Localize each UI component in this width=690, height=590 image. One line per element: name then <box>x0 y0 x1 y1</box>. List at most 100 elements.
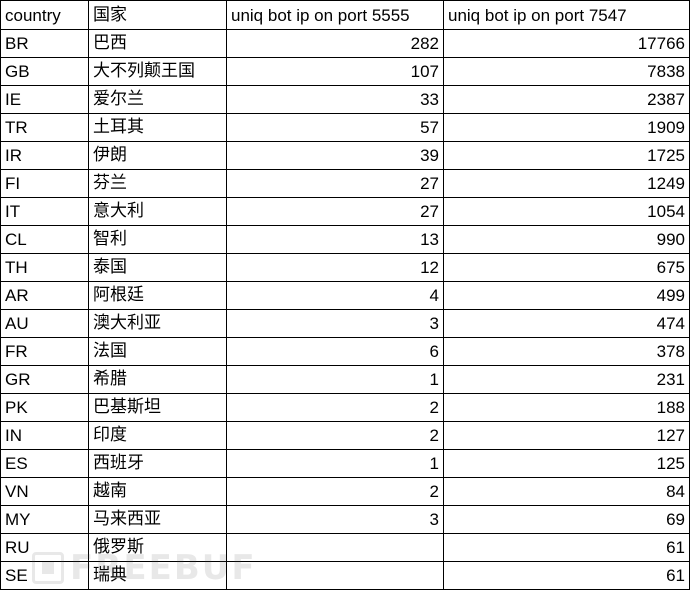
cell-port-7547: 1249 <box>443 169 690 198</box>
header-port-5555: uniq bot ip on port 5555 <box>226 0 444 30</box>
cell-country-code: IR <box>0 141 89 170</box>
cell-port-5555 <box>226 533 444 562</box>
cell-country-code: FI <box>0 169 89 198</box>
cell-country-code: PK <box>0 393 89 422</box>
table-row: SE 瑞典 61 <box>0 561 690 590</box>
cell-port-7547: 378 <box>443 337 690 366</box>
cell-country-code: TH <box>0 253 89 282</box>
cell-country-code: MY <box>0 505 89 534</box>
cell-port-7547: 2387 <box>443 85 690 114</box>
cell-port-5555: 282 <box>226 29 444 58</box>
cell-country-name: 泰国 <box>88 253 227 282</box>
cell-country-code: CL <box>0 225 89 254</box>
cell-country-name: 芬兰 <box>88 169 227 198</box>
cell-country-name: 越南 <box>88 477 227 506</box>
table-row: PK 巴基斯坦 2 188 <box>0 393 690 422</box>
cell-port-5555: 2 <box>226 393 444 422</box>
data-table: country 国家 uniq bot ip on port 5555 uniq… <box>0 0 690 590</box>
table-row: AU 澳大利亚 3 474 <box>0 309 690 338</box>
cell-country-name: 俄罗斯 <box>88 533 227 562</box>
cell-port-5555: 27 <box>226 169 444 198</box>
table-row: AR 阿根廷 4 499 <box>0 281 690 310</box>
cell-country-code: ES <box>0 449 89 478</box>
table-row: GR 希腊 1 231 <box>0 365 690 394</box>
table-row: FR 法国 6 378 <box>0 337 690 366</box>
cell-country-name: 瑞典 <box>88 561 227 590</box>
cell-country-code: AU <box>0 309 89 338</box>
cell-country-name: 土耳其 <box>88 113 227 142</box>
cell-port-7547: 69 <box>443 505 690 534</box>
cell-country-name: 伊朗 <box>88 141 227 170</box>
cell-country-code: FR <box>0 337 89 366</box>
header-row: country 国家 uniq bot ip on port 5555 uniq… <box>0 0 690 30</box>
cell-port-7547: 1909 <box>443 113 690 142</box>
cell-port-7547: 61 <box>443 533 690 562</box>
cell-port-5555: 57 <box>226 113 444 142</box>
cell-port-5555: 3 <box>226 309 444 338</box>
cell-country-name: 阿根廷 <box>88 281 227 310</box>
cell-country-code: AR <box>0 281 89 310</box>
cell-country-name: 印度 <box>88 421 227 450</box>
table-row: VN 越南 2 84 <box>0 477 690 506</box>
cell-country-code: VN <box>0 477 89 506</box>
table-row: TH 泰国 12 675 <box>0 253 690 282</box>
cell-country-code: GB <box>0 57 89 86</box>
cell-port-7547: 7838 <box>443 57 690 86</box>
cell-country-code: TR <box>0 113 89 142</box>
cell-port-7547: 84 <box>443 477 690 506</box>
table-row: ES 西班牙 1 125 <box>0 449 690 478</box>
table-row: IE 爱尔兰 33 2387 <box>0 85 690 114</box>
cell-country-name: 爱尔兰 <box>88 85 227 114</box>
cell-port-7547: 1725 <box>443 141 690 170</box>
cell-port-5555: 107 <box>226 57 444 86</box>
table-row: GB 大不列颠王国 107 7838 <box>0 57 690 86</box>
cell-country-code: IE <box>0 85 89 114</box>
cell-country-name: 澳大利亚 <box>88 309 227 338</box>
table-row: BR 巴西 282 17766 <box>0 29 690 58</box>
cell-port-5555: 1 <box>226 365 444 394</box>
cell-country-name: 西班牙 <box>88 449 227 478</box>
cell-port-7547: 474 <box>443 309 690 338</box>
cell-country-name: 智利 <box>88 225 227 254</box>
cell-port-5555: 2 <box>226 477 444 506</box>
cell-country-name: 法国 <box>88 337 227 366</box>
cell-port-7547: 231 <box>443 365 690 394</box>
table-row: TR 土耳其 57 1909 <box>0 113 690 142</box>
cell-country-code: BR <box>0 29 89 58</box>
cell-port-5555 <box>226 561 444 590</box>
cell-port-7547: 188 <box>443 393 690 422</box>
cell-port-5555: 1 <box>226 449 444 478</box>
cell-port-7547: 61 <box>443 561 690 590</box>
cell-country-name: 大不列颠王国 <box>88 57 227 86</box>
cell-port-5555: 13 <box>226 225 444 254</box>
cell-country-code: IT <box>0 197 89 226</box>
table-row: IN 印度 2 127 <box>0 421 690 450</box>
cell-port-7547: 17766 <box>443 29 690 58</box>
cell-country-name: 意大利 <box>88 197 227 226</box>
table-row: IT 意大利 27 1054 <box>0 197 690 226</box>
table-row: IR 伊朗 39 1725 <box>0 141 690 170</box>
table-row: CL 智利 13 990 <box>0 225 690 254</box>
cell-country-code: SE <box>0 561 89 590</box>
cell-country-code: RU <box>0 533 89 562</box>
cell-port-7547: 675 <box>443 253 690 282</box>
header-port-7547: uniq bot ip on port 7547 <box>443 0 690 30</box>
cell-port-5555: 4 <box>226 281 444 310</box>
cell-port-7547: 499 <box>443 281 690 310</box>
cell-country-code: IN <box>0 421 89 450</box>
cell-country-name: 希腊 <box>88 365 227 394</box>
cell-port-5555: 33 <box>226 85 444 114</box>
cell-port-7547: 127 <box>443 421 690 450</box>
header-country: country <box>0 0 89 30</box>
header-country-name: 国家 <box>88 0 227 30</box>
cell-port-7547: 125 <box>443 449 690 478</box>
table-row: MY 马来西亚 3 69 <box>0 505 690 534</box>
cell-port-7547: 1054 <box>443 197 690 226</box>
cell-port-5555: 27 <box>226 197 444 226</box>
table-row: RU 俄罗斯 61 <box>0 533 690 562</box>
cell-port-5555: 39 <box>226 141 444 170</box>
cell-port-5555: 3 <box>226 505 444 534</box>
table-body: country 国家 uniq bot ip on port 5555 uniq… <box>0 0 690 590</box>
cell-country-name: 马来西亚 <box>88 505 227 534</box>
cell-port-5555: 2 <box>226 421 444 450</box>
